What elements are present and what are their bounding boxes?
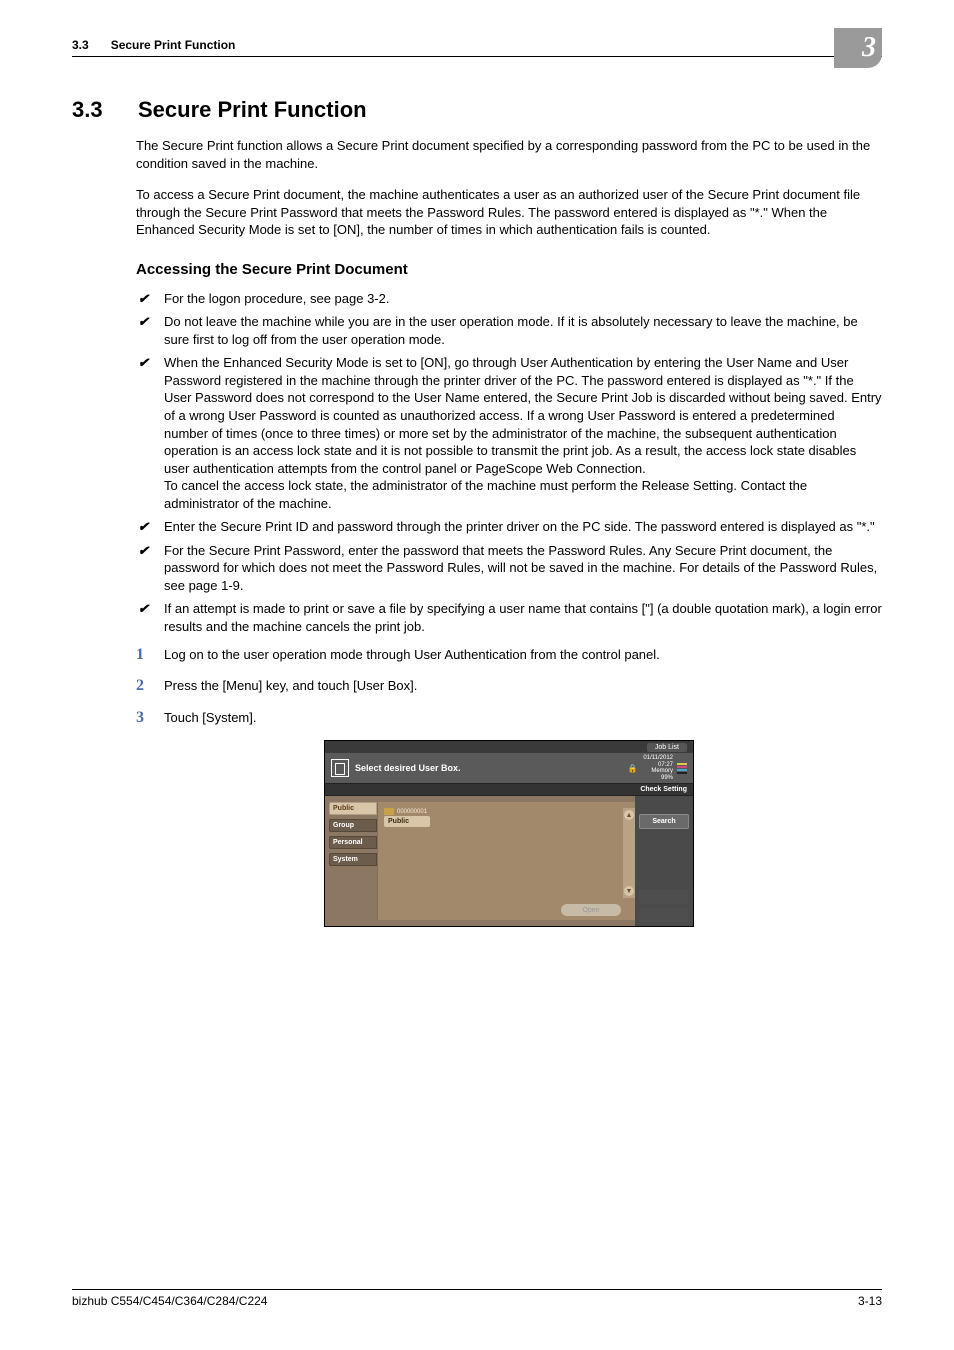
page-footer: bizhub C554/C454/C364/C284/C224 3-13 [72,1289,882,1308]
procedure-step: 3Touch [System]. [136,709,882,727]
search-button[interactable]: Search [639,814,689,829]
toner-k-icon [677,772,687,774]
procedure-step: 1Log on to the user operation mode throu… [136,646,882,664]
step-number: 2 [136,675,144,697]
checklist-item: Enter the Secure Print ID and password t… [136,518,882,536]
screen-header: Select desired User Box. 🔒 01/11/2012 07… [325,753,693,783]
footer-right: 3-13 [858,1294,882,1308]
checklist-item: For the logon procedure, see page 3-2. [136,290,882,308]
screen-topbar: Job List [325,741,693,753]
toner-m-icon [677,766,687,768]
disabled-button [639,890,689,904]
intro-paragraph: To access a Secure Print document, the m… [136,186,882,239]
check-setting-bar[interactable]: Check Setting [325,783,693,796]
intro-paragraph: The Secure Print function allows a Secur… [136,137,882,172]
section-heading: 3.3 Secure Print Function [72,97,882,123]
toner-y-icon [677,763,687,765]
userbox-item[interactable]: 000000001 Public [384,808,456,827]
scroll-down-icon[interactable]: ▼ [624,886,634,896]
checklist-item: For the Secure Print Password, enter the… [136,542,882,595]
toner-levels [677,763,687,774]
toner-c-icon [677,769,687,771]
folder-icon [384,808,394,815]
running-header-section-number: 3.3 [72,38,89,52]
chapter-badge: 3 [834,28,882,68]
tab-system[interactable]: System [329,853,377,866]
tab-group[interactable]: Group [329,819,377,832]
procedure-step: 2Press the [Menu] key, and touch [User B… [136,677,882,695]
disabled-button [639,908,689,922]
panel-screenshot: Job List Select desired User Box. 🔒 01/1… [324,740,694,927]
tab-personal[interactable]: Personal [329,836,377,849]
job-list-button[interactable]: Job List [647,743,687,752]
userbox-item-label: Public [384,816,430,827]
checklist-item: If an attempt is made to print or save a… [136,600,882,635]
subsection-heading: Accessing the Secure Print Document [136,261,882,278]
lock-icon: 🔒 [627,764,637,773]
userbox-icon [331,759,349,777]
screen-status: 01/11/2012 07:27 Memory 99% [643,755,673,781]
prerequisite-list: For the logon procedure, see page 3-2. D… [136,290,882,636]
checklist-item: Do not leave the machine while you are i… [136,313,882,348]
screen-header-title: Select desired User Box. [355,763,627,773]
running-header: 3.3 Secure Print Function [72,38,882,57]
scroll-up-icon[interactable]: ▲ [624,810,634,820]
step-number: 1 [136,644,144,666]
tab-public[interactable]: Public [329,802,377,815]
screen-right-column: Search [635,796,693,926]
screen-tabs: Public Group Personal System [325,796,377,926]
section-title: Secure Print Function [138,97,367,123]
open-button[interactable]: Open [561,904,621,916]
section-number: 3.3 [72,97,112,123]
step-number: 3 [136,707,144,729]
screen-main-area: 000000001 Public ▲ ▼ Open [377,802,635,920]
checklist-item: When the Enhanced Security Mode is set t… [136,354,882,512]
running-header-section-title: Secure Print Function [111,38,236,52]
scrollbar[interactable]: ▲ ▼ [623,808,635,898]
footer-left: bizhub C554/C454/C364/C284/C224 [72,1294,267,1308]
procedure-list: 1Log on to the user operation mode throu… [136,646,882,727]
